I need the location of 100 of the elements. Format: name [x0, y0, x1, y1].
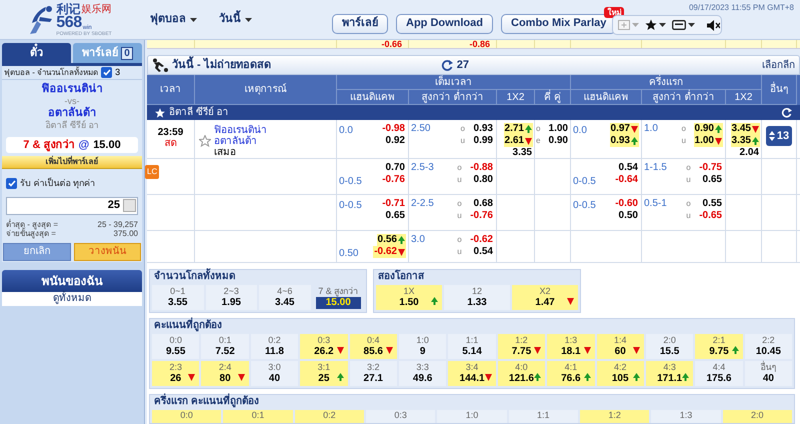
odds-cell[interactable]: 2:0	[722, 410, 792, 423]
odds-value[interactable]: 0.70	[386, 162, 405, 174]
odds-cell[interactable]: 0:3 26.2	[300, 334, 348, 359]
odds-value[interactable]: -0.62	[374, 246, 397, 258]
tab[interactable]: พาร์เลย์ 0	[73, 43, 142, 63]
odds-cell[interactable]: 2~3 1.95	[206, 285, 257, 310]
odds-value[interactable]: 0.93	[610, 135, 630, 147]
odds-value[interactable]: 0.90	[694, 123, 714, 135]
odds-value[interactable]: 0.90	[548, 135, 568, 147]
odds-value[interactable]: -0.76	[382, 174, 405, 186]
odds-value[interactable]: 2.71	[504, 123, 524, 135]
mute-icon[interactable]	[707, 20, 720, 30]
odds-cell[interactable]: 2:0 15.5	[646, 334, 694, 359]
odds-cell[interactable]: 2:4 80	[201, 361, 249, 386]
odds-cell[interactable]: 0:0	[152, 410, 222, 423]
odds-cell[interactable]: 4~6 3.45	[259, 285, 310, 310]
odds-cell[interactable]: อื่นๆ 40	[744, 361, 792, 386]
odds-value[interactable]: 1.00	[694, 135, 714, 147]
odds-cell[interactable]: 3:4 144.1	[448, 361, 496, 386]
odds-value[interactable]: 0.54	[618, 162, 638, 174]
odds-value[interactable]: -0.88	[470, 162, 493, 174]
odds-cell[interactable]: 1:0	[437, 410, 507, 423]
odds-cell[interactable]: 4:2 105	[596, 361, 644, 386]
odds-value[interactable]: -0.76	[470, 210, 493, 222]
toolbar-button[interactable]: App Download	[396, 14, 493, 34]
odds-cell[interactable]: 1:1 5.14	[448, 334, 496, 359]
odds-value[interactable]: 0.80	[474, 174, 493, 186]
odds-value[interactable]: 1.00	[548, 123, 568, 135]
odds-cell[interactable]: 1:1	[508, 410, 578, 423]
stake-input[interactable]: 25	[6, 196, 138, 214]
odds-value[interactable]: -0.64	[615, 174, 638, 186]
odds-cell[interactable]: 3:0 40	[250, 361, 298, 386]
odds-cell[interactable]: 3:3 49.6	[398, 361, 446, 386]
odds-value[interactable]: 0.54	[474, 246, 493, 258]
odds-cell[interactable]: 0:1	[223, 410, 293, 423]
odds-cell[interactable]: 3:1 25	[300, 361, 348, 386]
odds-cell[interactable]: 3:2 27.1	[350, 361, 397, 386]
odds-cell[interactable]: 1X 1.50	[376, 285, 442, 310]
odds-cell[interactable]: 0:0 9.55	[152, 334, 200, 359]
odds-value[interactable]: -0.98	[382, 123, 405, 135]
checkbox[interactable]	[101, 67, 112, 78]
odds-value[interactable]: 0.68	[474, 198, 493, 210]
odds-cell[interactable]: 1:0 9	[398, 334, 446, 359]
odds-value[interactable]: -0.60	[615, 198, 638, 210]
more-bets-button[interactable]: 13	[766, 126, 792, 146]
add-to-parlay-button[interactable]: เพิ่มไปที่พาร์เลย์	[2, 156, 142, 169]
team-name[interactable]: อตาลันต้า	[214, 136, 267, 146]
star-icon[interactable]	[645, 19, 657, 31]
odds-cell[interactable]: 0:2 11.8	[250, 334, 298, 359]
odds-cell[interactable]: 4:1 76.6	[547, 361, 595, 386]
checkbox[interactable]	[6, 178, 17, 190]
odds-value[interactable]: 0.56	[378, 234, 397, 246]
odds-cell[interactable]: 1:2	[580, 410, 650, 423]
select-league-button[interactable]: เลือกลีก	[762, 58, 795, 72]
odds-value[interactable]: 0.50	[618, 210, 638, 222]
odds-cell[interactable]: 2:1 9.75	[695, 334, 743, 359]
odds-cell[interactable]: 1:2 7.75	[498, 334, 546, 359]
odds-value[interactable]: 3.45	[732, 123, 751, 135]
odds-cell[interactable]: 4:0 121.6	[498, 361, 546, 386]
refresh-icon[interactable]	[440, 59, 453, 71]
odds-cell[interactable]: 4:4 175.6	[695, 361, 743, 386]
odds-cell[interactable]: 1:4 60	[596, 334, 644, 359]
odds-cell[interactable]: 1:3 18.1	[547, 334, 595, 359]
odds-cell[interactable]: 12 1.33	[444, 285, 510, 310]
team-name[interactable]: ฟิออเรนติน่า	[214, 124, 267, 136]
odds-cell[interactable]: 0:4 85.6	[350, 334, 397, 359]
odds-cell[interactable]: 0:2	[294, 410, 364, 423]
odds-cell[interactable]: 1:3	[651, 410, 721, 423]
tab[interactable]: ตั๋ว	[2, 43, 71, 63]
odds-cell[interactable]: 4:3 171.1	[646, 361, 694, 386]
odds-value[interactable]: -0.62	[470, 234, 493, 246]
odds-value[interactable]: -0.86	[469, 40, 490, 48]
odds-cell[interactable]: 7 & สูงกว่า 15.00	[312, 285, 364, 310]
view-all-link[interactable]: ดูทั้งหมด	[2, 292, 142, 306]
display-icon[interactable]	[672, 20, 686, 30]
odds-value[interactable]: 0.55	[702, 198, 722, 210]
odds-value[interactable]: -0.65	[699, 210, 722, 222]
menu-button[interactable]: วันนี้	[219, 11, 252, 28]
odds-cell[interactable]: X2 1.47	[512, 285, 578, 310]
odds-value[interactable]: 0.99	[474, 135, 493, 147]
odds-value[interactable]: 2.04	[740, 147, 759, 159]
odds-value[interactable]: 0.65	[702, 174, 722, 186]
odds-cell[interactable]: 2:3 26	[152, 361, 200, 386]
menu-button[interactable]: ฟุตบอล	[150, 11, 197, 28]
odds-cell[interactable]: 2:2 10.45	[744, 334, 792, 359]
star-icon[interactable]	[199, 135, 211, 147]
odds-value[interactable]: -0.75	[699, 162, 722, 174]
odds-value[interactable]: 2.61	[504, 135, 524, 147]
odds-value[interactable]: 3.35	[732, 135, 751, 147]
odds-cell[interactable]: 0~1 3.55	[152, 285, 204, 310]
toolbar-button[interactable]: พาร์เลย์	[332, 14, 388, 34]
odds-cell[interactable]: 0:1 7.52	[201, 334, 249, 359]
odds-value[interactable]: 3.35	[512, 147, 532, 159]
odds-value[interactable]: 0.97	[610, 123, 630, 135]
star-icon[interactable]	[155, 108, 165, 118]
odds-value[interactable]: 0.65	[386, 210, 405, 222]
odds-value[interactable]: -0.66	[381, 40, 402, 48]
odds-value[interactable]: -0.71	[382, 198, 405, 210]
odds-value[interactable]: 0.92	[386, 135, 405, 147]
odds-cell[interactable]: 0:3	[366, 410, 436, 423]
